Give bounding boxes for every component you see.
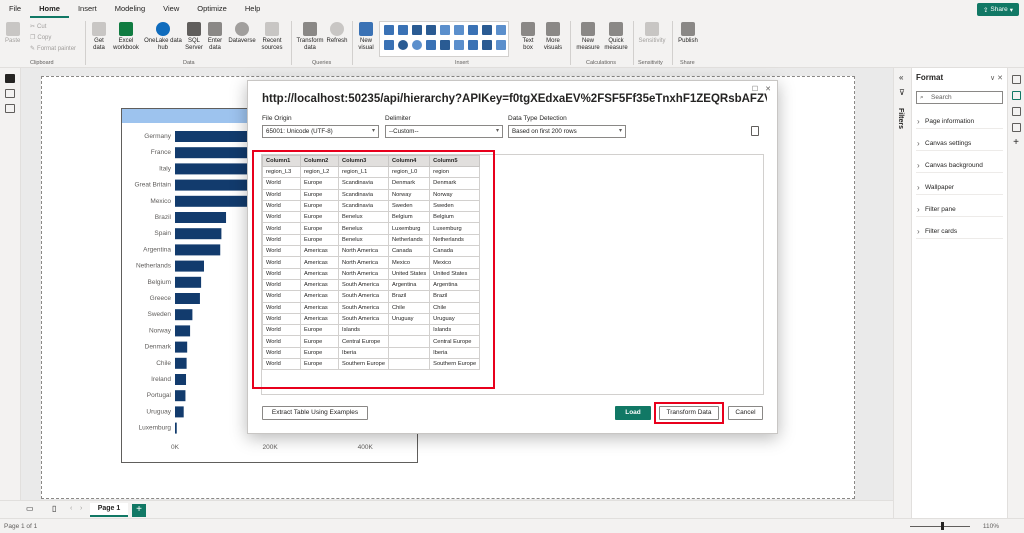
- file-origin-select[interactable]: 65001: Unicode (UTF-8): [262, 125, 379, 138]
- dialog-window-controls: ☐ ✕: [752, 85, 771, 93]
- file-refresh-icon[interactable]: [751, 126, 759, 136]
- file-origin-label: File Origin: [262, 115, 292, 122]
- load-button[interactable]: Load: [615, 406, 651, 420]
- transform-highlight-box: [654, 402, 724, 424]
- modal-overlay: ☐ ✕ http://localhost:50235/api/hierarchy…: [0, 0, 1024, 533]
- table-highlight-box: [252, 150, 495, 389]
- extract-table-button[interactable]: Extract Table Using Examples: [262, 406, 368, 420]
- detection-select[interactable]: Based on first 200 rows: [508, 125, 626, 138]
- dialog-title: http://localhost:50235/api/hierarchy?API…: [262, 93, 767, 105]
- cancel-button[interactable]: Cancel: [728, 406, 763, 420]
- close-icon[interactable]: ✕: [765, 85, 771, 93]
- web-import-dialog: ☐ ✕ http://localhost:50235/api/hierarchy…: [247, 80, 778, 434]
- detection-label: Data Type Detection: [508, 115, 567, 122]
- maximize-icon[interactable]: ☐: [752, 85, 758, 93]
- delimiter-label: Delimiter: [385, 115, 411, 122]
- delimiter-select[interactable]: --Custom--: [385, 125, 503, 138]
